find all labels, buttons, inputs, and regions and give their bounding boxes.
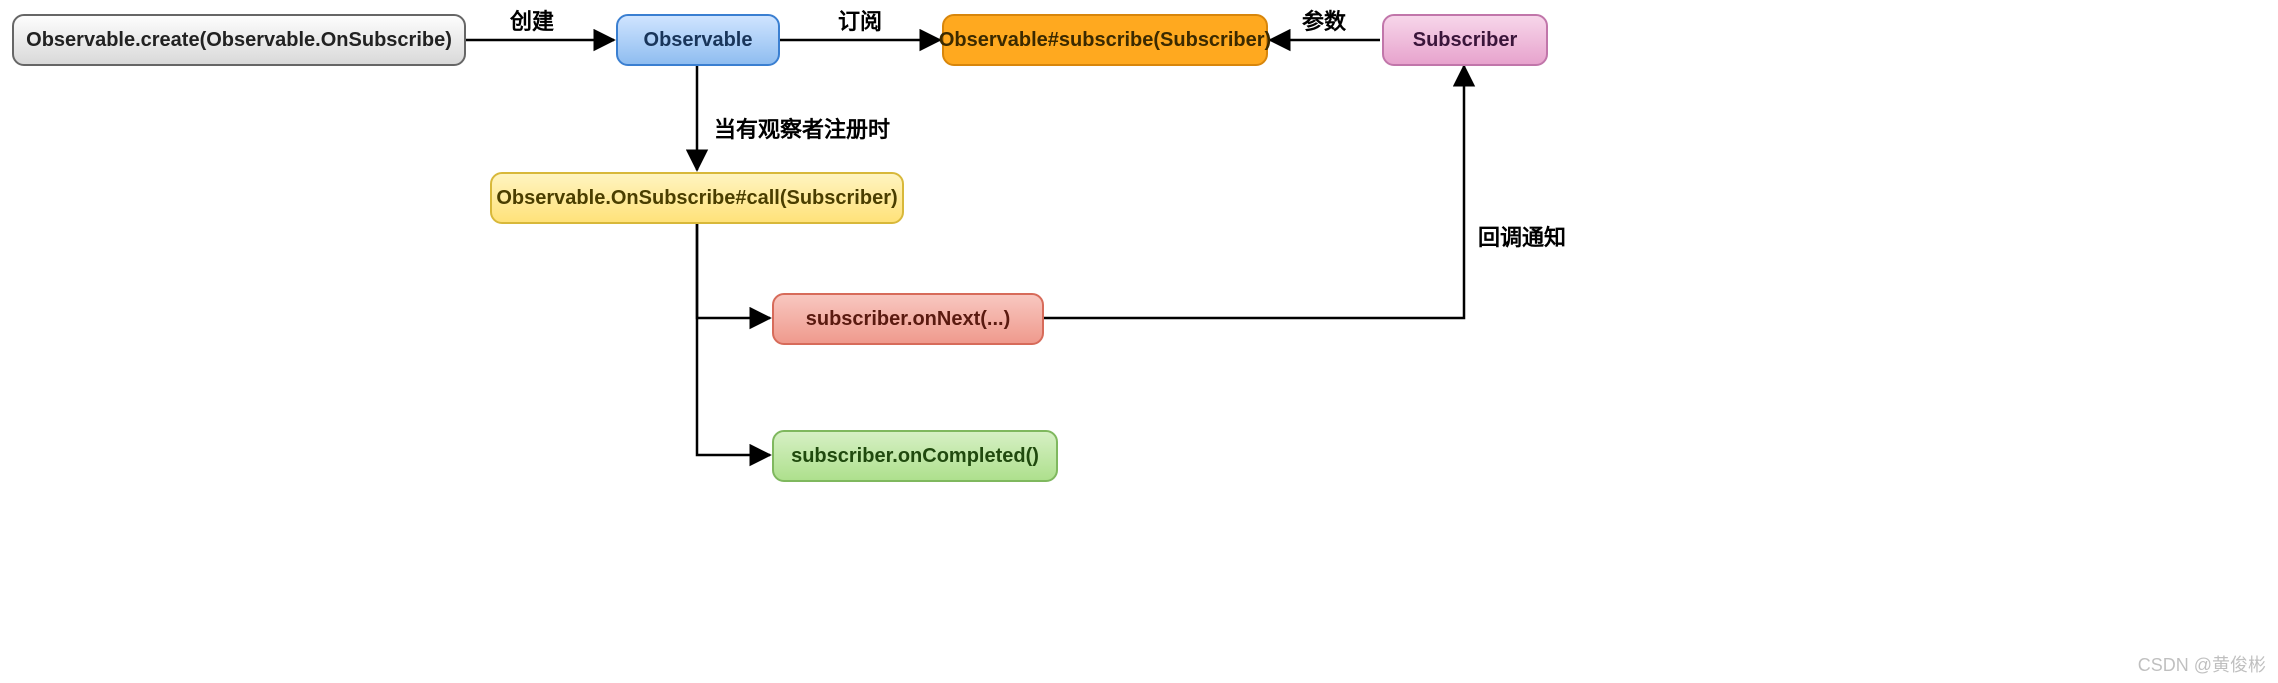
node-subscribe-label: Observable#subscribe(Subscriber) [939,29,1271,52]
node-call: Observable.OnSubscribe#call(Subscriber) [490,172,904,224]
node-subscriber: Subscriber [1382,14,1548,66]
watermark: CSDN @黄俊彬 [2138,651,2266,677]
node-oncompleted-label: subscriber.onCompleted() [791,445,1039,468]
edge-label-param: 参数 [1302,4,1346,36]
edge-label-create: 创建 [510,4,554,36]
diagram-connectors [0,0,2278,683]
node-oncompleted: subscriber.onCompleted() [772,430,1058,482]
node-subscriber-label: Subscriber [1413,29,1517,52]
node-create-label: Observable.create(Observable.OnSubscribe… [26,29,452,52]
node-subscribe: Observable#subscribe(Subscriber) [942,14,1268,66]
node-call-label: Observable.OnSubscribe#call(Subscriber) [496,187,897,210]
node-observable: Observable [616,14,780,66]
node-onnext-label: subscriber.onNext(...) [806,308,1011,331]
edge-label-callback: 回调通知 [1478,220,1566,252]
node-onnext: subscriber.onNext(...) [772,293,1044,345]
node-observable-label: Observable [644,29,753,52]
edge-label-subscribe: 订阅 [838,4,882,36]
node-create: Observable.create(Observable.OnSubscribe… [12,14,466,66]
edge-label-register: 当有观察者注册时 [714,112,890,144]
